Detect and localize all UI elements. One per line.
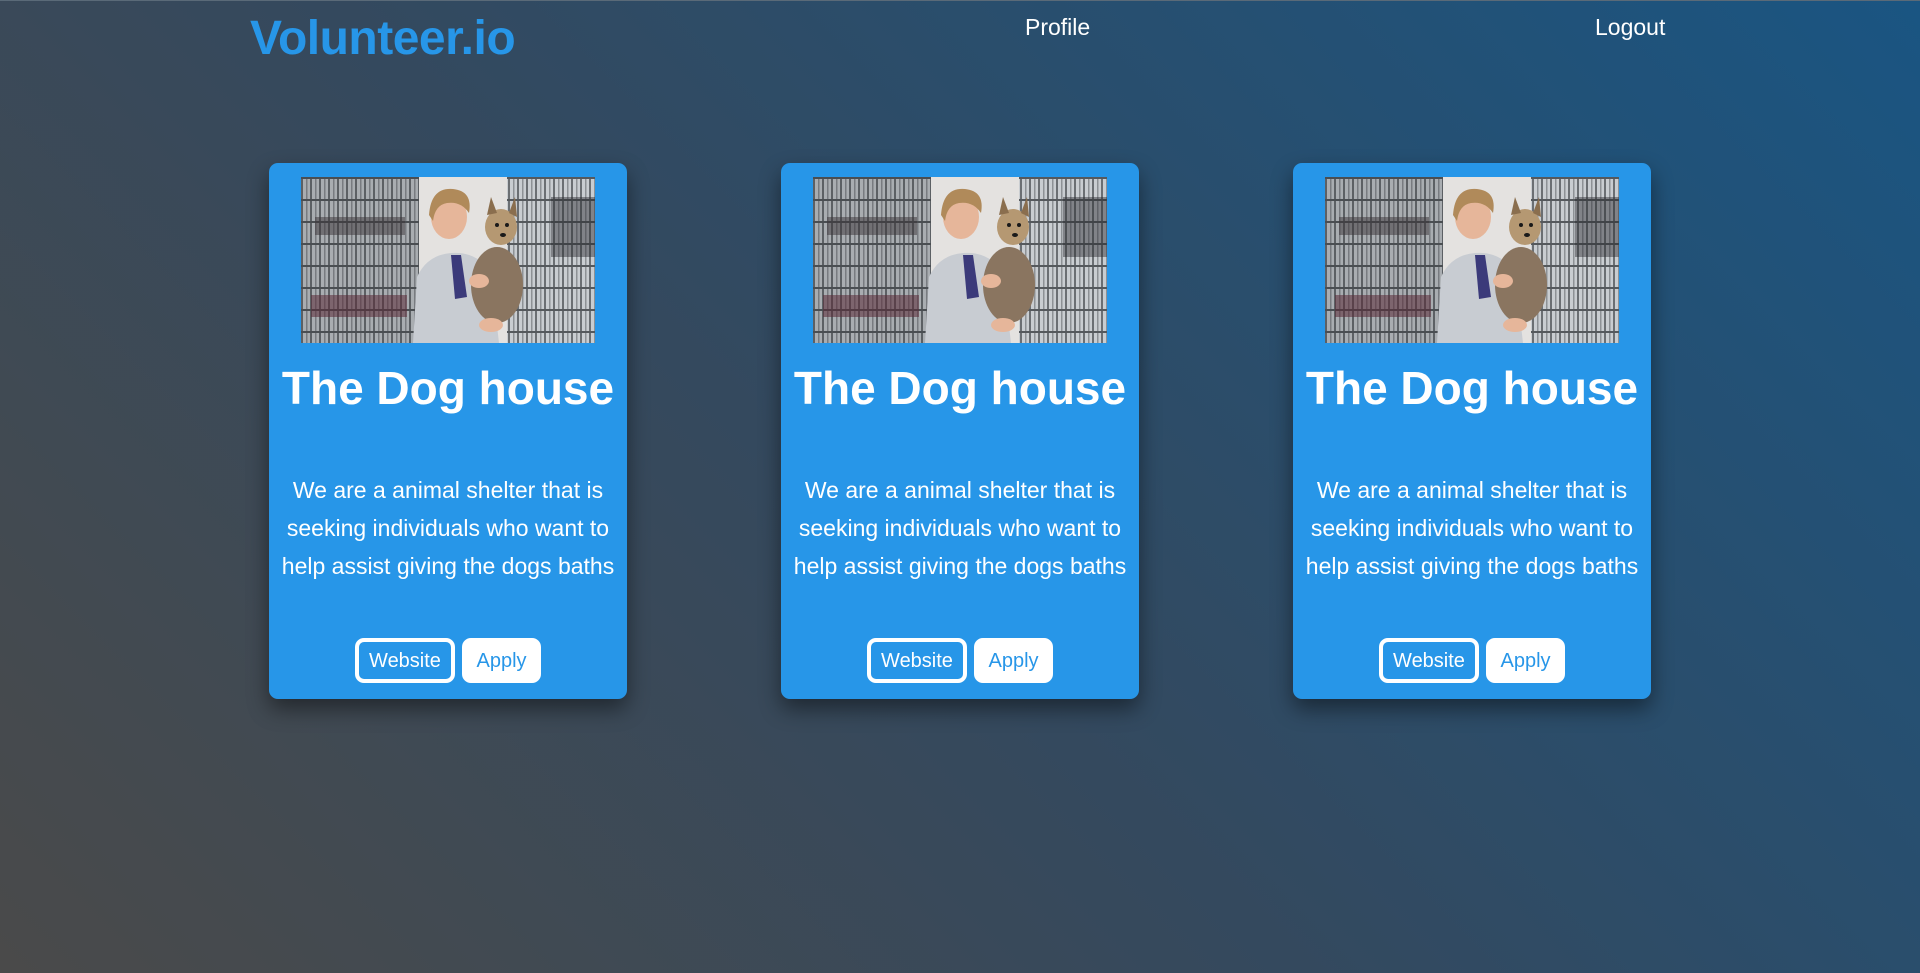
card-actions: Website Apply (1293, 638, 1651, 684)
card-actions: Website Apply (269, 638, 627, 684)
card-description: We are a animal shelter that is seeking … (1305, 477, 1639, 579)
shelter-photo (1325, 177, 1619, 343)
apply-button[interactable]: Apply (1486, 638, 1565, 683)
shelter-photo (301, 177, 595, 343)
opportunity-card: The Dog house We are a animal shelter th… (269, 163, 627, 699)
nav-link-logout[interactable]: Logout (1595, 13, 1665, 41)
brand-logo[interactable]: Volunteer.io (250, 11, 516, 67)
opportunity-list: The Dog house We are a animal shelter th… (0, 163, 1920, 703)
website-button[interactable]: Website (355, 638, 455, 683)
card-description: We are a animal shelter that is seeking … (281, 477, 615, 579)
website-button[interactable]: Website (867, 638, 967, 683)
card-actions: Website Apply (781, 638, 1139, 684)
apply-button[interactable]: Apply (974, 638, 1053, 683)
card-title: The Dog house (1305, 362, 1639, 414)
card-description: We are a animal shelter that is seeking … (793, 477, 1127, 579)
opportunity-card: The Dog house We are a animal shelter th… (781, 163, 1139, 699)
card-title: The Dog house (281, 362, 615, 414)
opportunity-card: The Dog house We are a animal shelter th… (1293, 163, 1651, 699)
apply-button[interactable]: Apply (462, 638, 541, 683)
shelter-photo (813, 177, 1107, 343)
website-button[interactable]: Website (1379, 638, 1479, 683)
nav-link-profile[interactable]: Profile (1025, 13, 1090, 41)
navbar: Volunteer.io Profile Logout (0, 1, 1920, 81)
card-title: The Dog house (793, 362, 1127, 414)
